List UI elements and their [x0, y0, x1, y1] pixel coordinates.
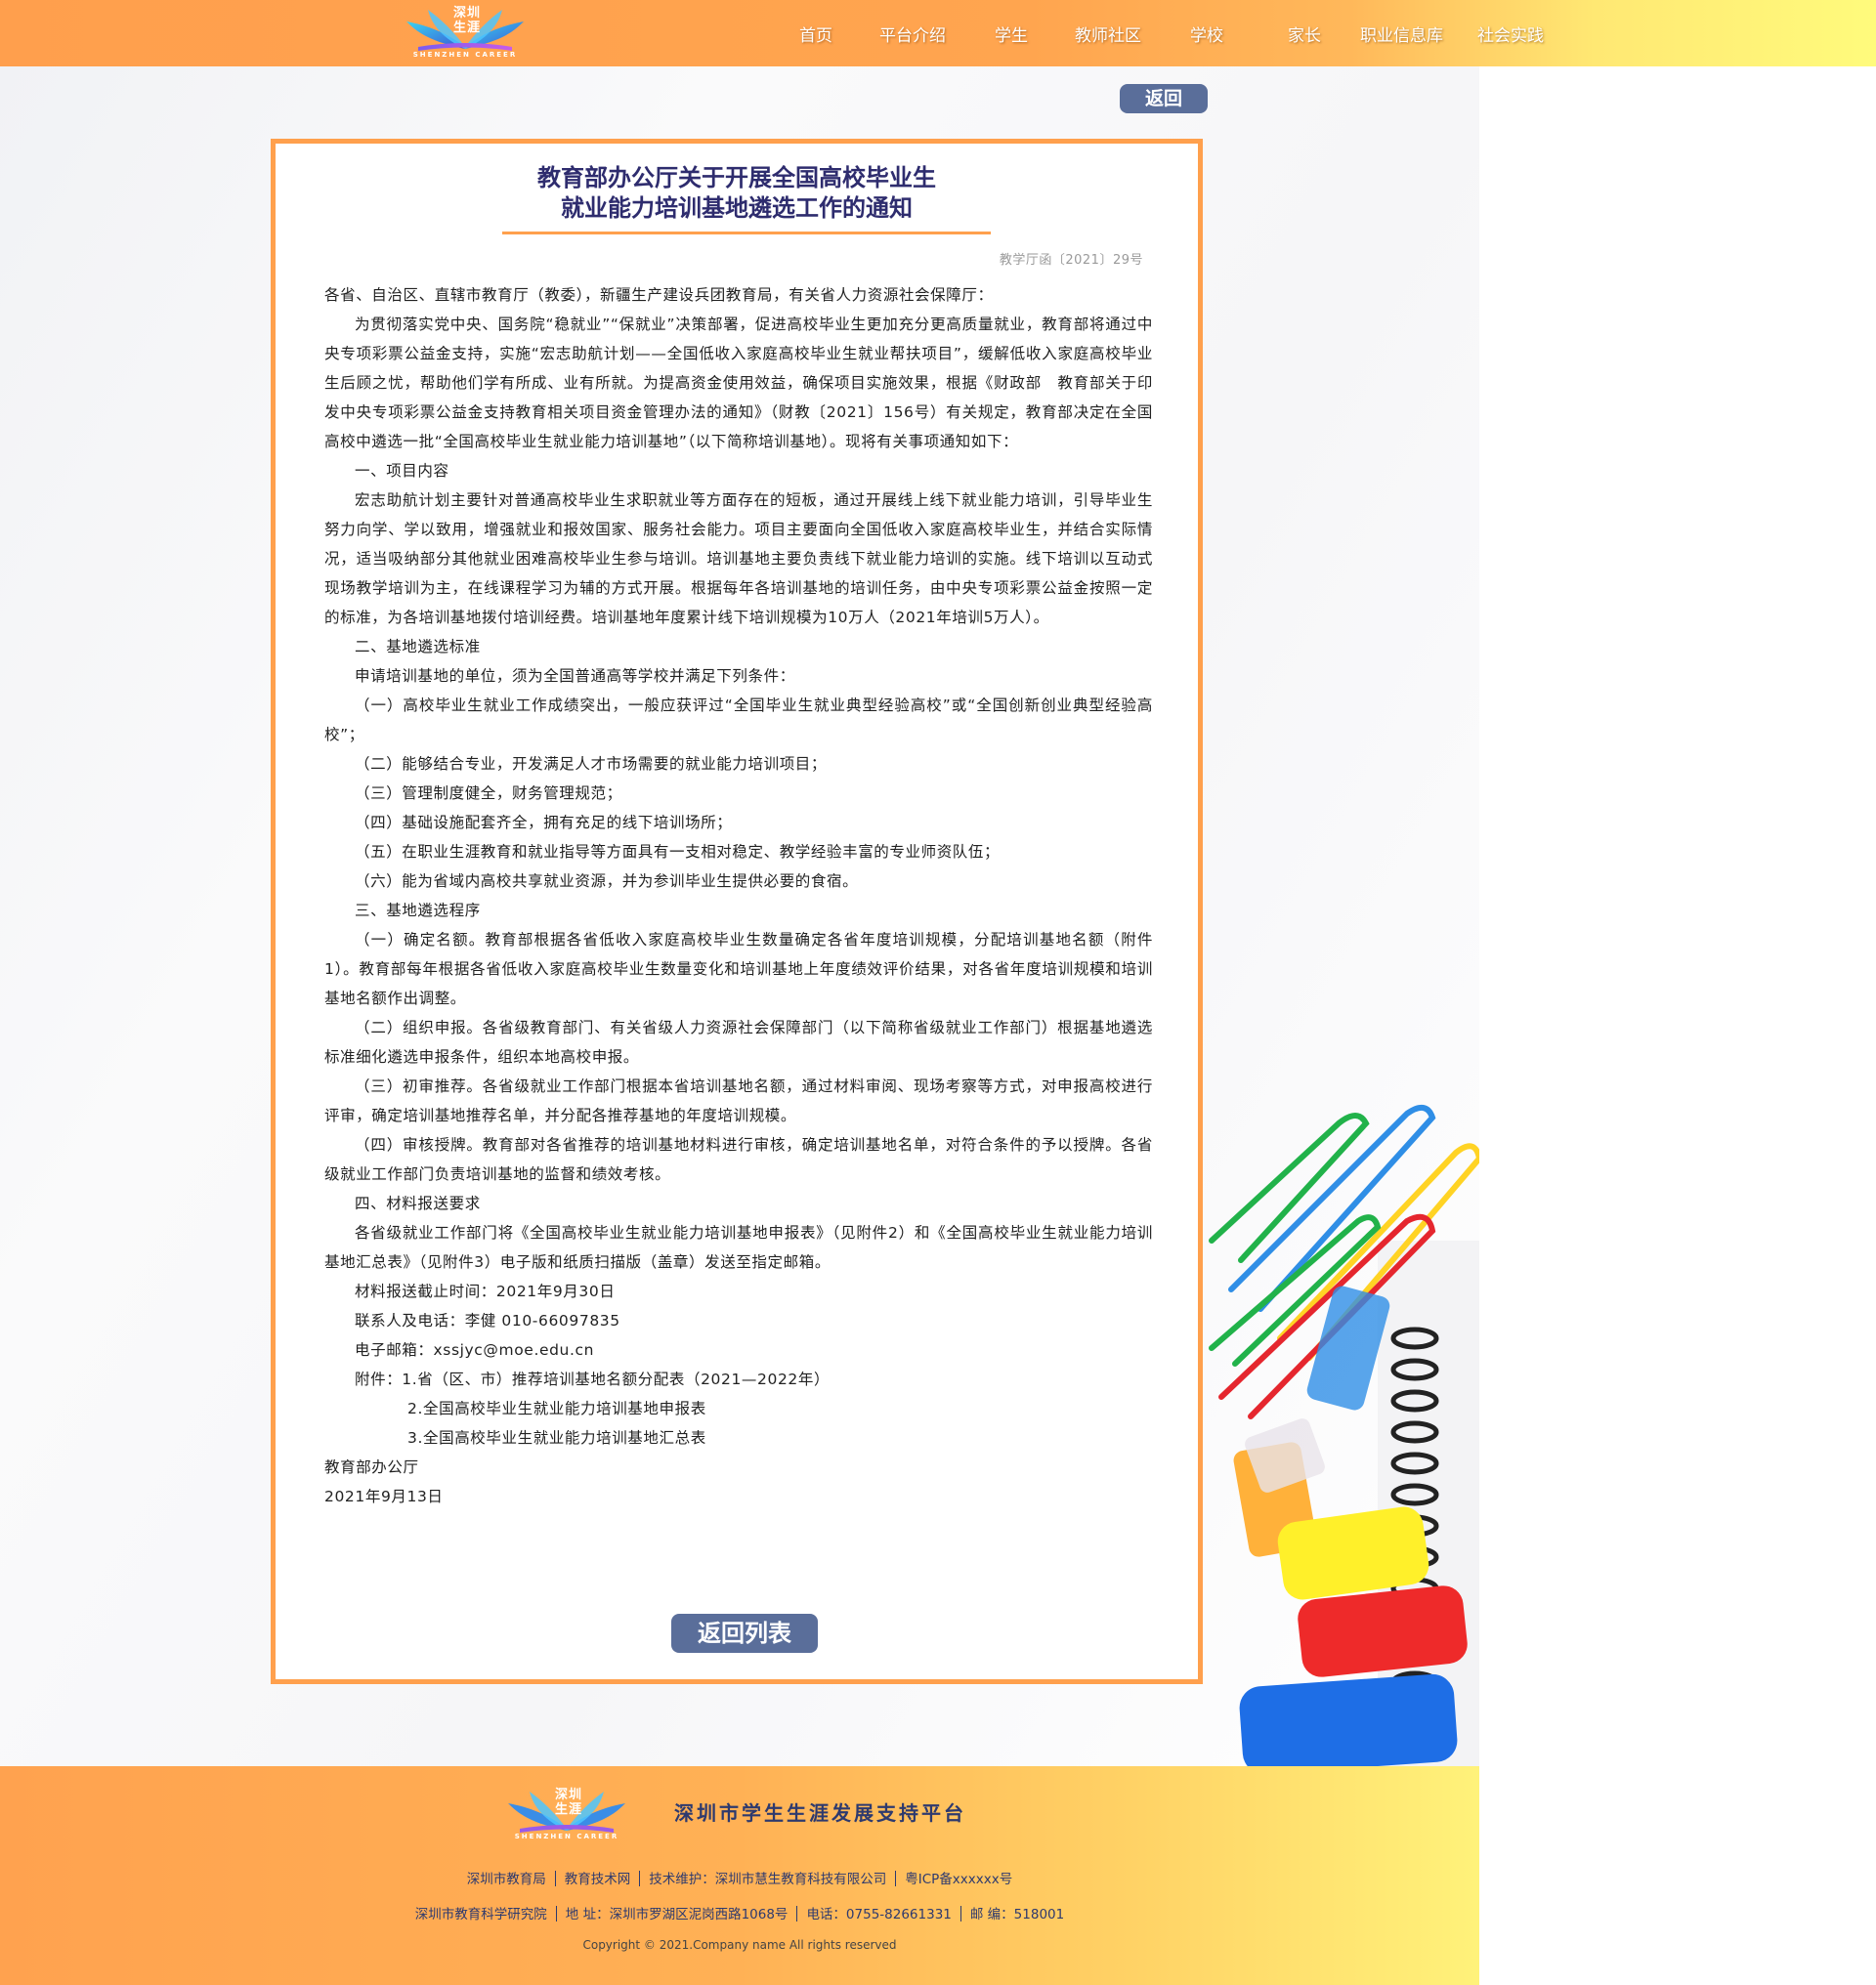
article-paragraph: 三、基地遴选程序: [355, 902, 481, 919]
footer-separator: [554, 1871, 556, 1886]
article-paragraph: 材料报送截止时间：2021年9月30日: [355, 1283, 616, 1300]
article-paragraph: （一）确定名额。教育部根据各省低收入家庭高校毕业生数量确定各省年度培训规模，分配…: [324, 931, 1153, 1007]
logo-english-text: SHENZHEN CAREER: [412, 51, 518, 59]
nav-teacher-community[interactable]: 教师社区: [1075, 21, 1141, 46]
article-paragraph: 联系人及电话：李健 010-66097835: [355, 1312, 620, 1330]
article-paragraph: 电子邮箱：xssjyc@moe.edu.cn: [355, 1341, 595, 1359]
nav-platform-intro[interactable]: 平台介绍: [879, 21, 946, 46]
article-paragraph: 一、项目内容: [355, 462, 449, 480]
article-paragraph: （五）在职业生涯教育和就业指导等方面具有一支相对稳定、教学经验丰富的专业师资队伍…: [355, 843, 1001, 861]
title-underline: [502, 232, 991, 234]
footer-separator: [555, 1906, 557, 1922]
article-paragraph: 2021年9月13日: [324, 1488, 444, 1505]
article-paragraph: （三）初审推荐。各省级就业工作部门根据本省培训基地名额，通过材料审阅、现场考察等…: [324, 1077, 1153, 1124]
article-paragraph: （二）能够结合专业，开发满足人才市场需要的就业能力培训项目；: [355, 755, 828, 773]
article-paragraph: 宏志助航计划主要针对普通高校毕业生求职就业等方面存在的短板，通过开展线上线下就业…: [324, 491, 1153, 626]
article-paragraph: （一）高校毕业生就业工作成绩突出，一般应获评过“全国毕业生就业典型经验高校”或“…: [324, 697, 1153, 743]
article-card: 教育部办公厅关于开展全国高校毕业生 就业能力培训基地遴选工作的通知 教学厅函〔2…: [271, 139, 1203, 1684]
article-paragraph: （四）基础设施配套齐全，拥有充足的线下培训场所；: [355, 814, 733, 831]
top-header: 深圳生涯 SHENZHEN CAREER 首页 平台介绍 学生 教师社区 学校 …: [0, 0, 1876, 66]
article-paragraph: 为贯彻落实党中央、国务院“稳就业”“保就业”决策部署，促进高校毕业生更加充分更高…: [324, 316, 1153, 450]
footer-separator: [639, 1871, 641, 1886]
article-paragraph: 申请培训基地的单位，须为全国普通高等学校并满足下列条件：: [355, 667, 795, 685]
nav-schools[interactable]: 学校: [1190, 21, 1223, 46]
article-title: 教育部办公厅关于开展全国高校毕业生 就业能力培训基地遴选工作的通知: [276, 163, 1198, 224]
footer-postcode: 邮 编：518001: [969, 1907, 1065, 1922]
footer-icp[interactable]: 粤ICP备xxxxxx号: [905, 1872, 1012, 1887]
site-footer: 深圳生涯 SHENZHEN CAREER 深圳市学生生涯发展支持平台 深圳市教育…: [0, 1766, 1479, 1985]
back-button[interactable]: 返回: [1120, 84, 1208, 113]
footer-copyright: Copyright © 2021.Company name All rights…: [582, 1938, 897, 1952]
article-title-line-1: 教育部办公厅关于开展全国高校毕业生: [537, 164, 936, 191]
article-paragraph: 各省、自治区、直辖市教育厅（教委），新疆生产建设兵团教育局，有关省人力资源社会保…: [324, 286, 994, 304]
article-paragraph: 附件：1.省（区、市）推荐培训基地名额分配表（2021—2022年）: [355, 1371, 831, 1388]
nav-home[interactable]: 首页: [799, 21, 832, 46]
footer-platform-title: 深圳市学生生涯发展支持平台: [674, 1801, 966, 1825]
footer-logo: 深圳生涯 SHENZHEN CAREER: [500, 1786, 633, 1842]
footer-institute: 深圳市教育科学研究院: [414, 1907, 547, 1922]
nav-parents[interactable]: 家长: [1288, 21, 1321, 46]
article-paragraph: 教育部办公厅: [324, 1458, 419, 1476]
footer-phone: 电话：0755-82661331: [806, 1907, 952, 1922]
article-paragraph: 二、基地遴选标准: [355, 638, 481, 655]
logo-chinese-text: 深圳生涯: [452, 6, 481, 35]
article-paragraph: 2.全国高校毕业生就业能力培训基地申报表: [407, 1400, 706, 1417]
article-paragraph: 各省级就业工作部门将《全国高校毕业生就业能力培训基地申报表》（见附件2）和《全国…: [324, 1224, 1153, 1271]
footer-links-row: 深圳市教育局 教育技术网 技术维护：深圳市慧生教育科技有限公司 粤ICP备xxxxxx…: [0, 1868, 1479, 1887]
footer-logo-english-text: SHENZHEN CAREER: [514, 1833, 619, 1840]
footer-address: 地 址：深圳市罗湖区泥岗西路1068号: [565, 1907, 789, 1922]
site-logo[interactable]: 深圳生涯 SHENZHEN CAREER: [399, 4, 532, 61]
nav-social-practice[interactable]: 社会实践: [1477, 21, 1544, 46]
footer-link-education-bureau[interactable]: 深圳市教育局: [467, 1872, 546, 1887]
article-paragraph: 四、材料报送要求: [355, 1195, 481, 1212]
article-paragraph: 3.全国高校毕业生就业能力培训基地汇总表: [407, 1429, 706, 1447]
article-paragraph: （三）管理制度健全，财务管理规范；: [355, 784, 622, 802]
footer-separator: [959, 1906, 961, 1922]
footer-contact-row: 深圳市教育科学研究院 地 址：深圳市罗湖区泥岗西路1068号 电话：0755-826…: [0, 1903, 1479, 1922]
article-title-line-2: 就业能力培训基地遴选工作的通知: [561, 194, 913, 222]
article-body: 各省、自治区、直辖市教育厅（教委），新疆生产建设兵团教育局，有关省人力资源社会保…: [324, 280, 1153, 1511]
nav-students[interactable]: 学生: [995, 21, 1028, 46]
back-to-list-button[interactable]: 返回列表: [671, 1614, 818, 1653]
stationery-decoration-icon: [1209, 1105, 1479, 1766]
footer-separator: [796, 1906, 798, 1922]
nav-career-database[interactable]: 职业信息库: [1360, 21, 1443, 46]
article-paragraph: （四）审核授牌。教育部对各省推荐的培训基地材料进行审核，确定培训基地名单，对符合…: [324, 1136, 1153, 1183]
footer-tech-support: 技术维护：深圳市慧生教育科技有限公司: [649, 1872, 887, 1887]
article-paragraph: （六）能为省域内高校共享就业资源，并为参训毕业生提供必要的食宿。: [355, 872, 859, 890]
article-paragraph: （二）组织申报。各省级教育部门、有关省级人力资源社会保障部门（以下简称省级就业工…: [324, 1019, 1153, 1066]
footer-logo-chinese-text: 深圳生涯: [554, 1788, 582, 1817]
footer-separator: [895, 1871, 897, 1886]
document-number: 教学厅函〔2021〕29号: [999, 253, 1143, 268]
footer-link-edutech[interactable]: 教育技术网: [565, 1872, 631, 1887]
